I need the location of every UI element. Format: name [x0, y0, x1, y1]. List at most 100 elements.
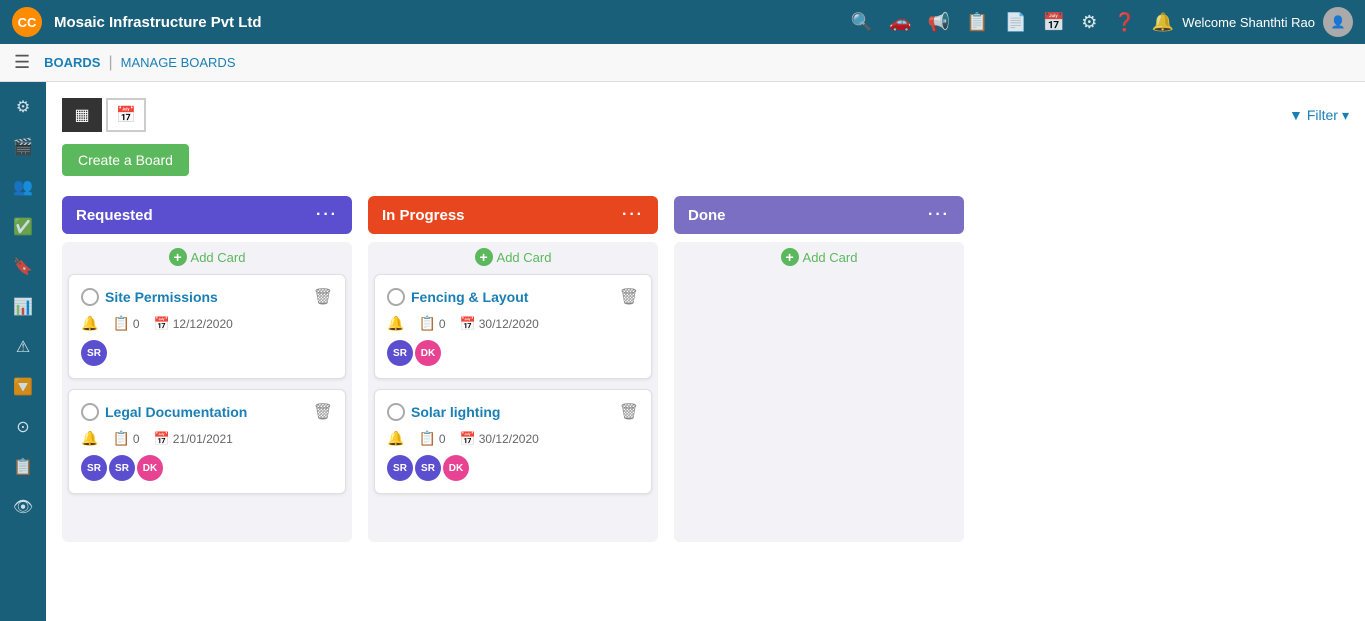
- avatar-sr-fencing: SR: [387, 340, 413, 366]
- list-view-button[interactable]: 📅: [106, 98, 146, 132]
- search-icon[interactable]: 🔍: [851, 12, 873, 33]
- sidebar-item-eye[interactable]: 👁: [6, 490, 40, 524]
- calendar-icon[interactable]: 📅: [1043, 12, 1065, 33]
- add-card-done[interactable]: + Add Card: [680, 248, 958, 266]
- sidebar-item-filter[interactable]: 🔽: [6, 370, 40, 404]
- sidebar-item-settings[interactable]: ⚙: [6, 90, 40, 124]
- avatar-sr-solar-2: SR: [415, 455, 441, 481]
- card-meta-fencing: 🔔 📋 0 📅 30/12/2020: [387, 315, 639, 332]
- boards-nav-link[interactable]: BOARDS: [44, 55, 100, 70]
- bell-icon-card4: 🔔: [387, 430, 404, 447]
- column-menu-done[interactable]: ···: [928, 206, 950, 224]
- header-icons: 🔍 🚗 📢 📋 📄 📅 ⚙ ❓ 🔔: [851, 12, 1175, 33]
- column-title-done: Done: [688, 207, 726, 224]
- bell-icon[interactable]: 🔔: [1152, 12, 1174, 33]
- card-meta-site-permissions: 🔔 📋 0 📅 12/12/2020: [81, 315, 333, 332]
- vehicle-icon[interactable]: 🚗: [889, 12, 911, 33]
- board-view-button[interactable]: ▦: [62, 98, 102, 132]
- card-delete-site-permissions[interactable]: 🗑: [313, 287, 333, 307]
- view-toggle-bar: ▦ 📅 ▼ Filter ▾: [62, 98, 1349, 132]
- card-delete-fencing[interactable]: 🗑: [619, 287, 639, 307]
- checklist-count-legal-documentation: 0: [133, 432, 140, 446]
- add-card-inprogress[interactable]: + Add Card: [374, 248, 652, 266]
- card-solar-lighting: Solar lighting 🗑 🔔 📋 0: [374, 389, 652, 494]
- bell-meta-fencing: 🔔: [387, 315, 404, 332]
- card-title-site-permissions: Site Permissions: [105, 289, 307, 305]
- column-header-done: Done ···: [674, 196, 964, 234]
- column-inprogress: In Progress ··· + Add Card Fencing & Lay…: [368, 196, 658, 542]
- bell-meta-site-permissions: 🔔: [81, 315, 98, 332]
- sidebar-item-checklist[interactable]: ✅: [6, 210, 40, 244]
- card-checkbox-site-permissions[interactable]: [81, 288, 99, 306]
- main-layout: ⚙ 🎬 👥 ✅ 🔖 📊 ⚠ 🔽 ⊙ 📋 👁 ▦ 📅 ▼ Filter ▾ Cre…: [0, 82, 1365, 621]
- checklist-icon-card3: 📋: [418, 315, 435, 332]
- bell-meta-solar: 🔔: [387, 430, 404, 447]
- card-title-fencing: Fencing & Layout: [411, 289, 613, 305]
- card-title-legal-documentation: Legal Documentation: [105, 404, 307, 420]
- date-meta-legal-documentation: 📅 21/01/2021: [154, 431, 233, 447]
- card-site-permissions: Site Permissions 🗑 🔔 📋 0: [68, 274, 346, 379]
- card-legal-documentation: Legal Documentation 🗑 🔔 📋 0: [68, 389, 346, 494]
- card-title-row-legal-documentation: Legal Documentation 🗑: [81, 402, 333, 422]
- card-title-row-fencing: Fencing & Layout 🗑: [387, 287, 639, 307]
- calendar-icon-card3: 📅: [460, 316, 476, 332]
- content-area: ▦ 📅 ▼ Filter ▾ Create a Board Requested …: [46, 82, 1365, 621]
- create-board-button[interactable]: Create a Board: [62, 144, 189, 176]
- column-done: Done ··· + Add Card: [674, 196, 964, 542]
- megaphone-icon[interactable]: 📢: [928, 12, 950, 33]
- sidebar-item-circle[interactable]: ⊙: [6, 410, 40, 444]
- filter-chevron-icon: ▾: [1342, 107, 1349, 124]
- column-header-requested: Requested ···: [62, 196, 352, 234]
- column-requested: Requested ··· + Add Card Site Permission…: [62, 196, 352, 542]
- card-delete-legal-documentation[interactable]: 🗑: [313, 402, 333, 422]
- top-header: CC Mosaic Infrastructure Pvt Ltd 🔍 🚗 📢 📋…: [0, 0, 1365, 44]
- checklist-count-solar: 0: [439, 432, 446, 446]
- card-checkbox-legal-documentation[interactable]: [81, 403, 99, 421]
- sidebar-item-people[interactable]: 👥: [6, 170, 40, 204]
- avatar-dk-fencing: DK: [415, 340, 441, 366]
- column-header-inprogress: In Progress ···: [368, 196, 658, 234]
- card-avatars-fencing: SR DK: [387, 340, 639, 366]
- date-site-permissions: 12/12/2020: [173, 317, 233, 331]
- card-title-solar: Solar lighting: [411, 404, 613, 420]
- sidebar-item-clipboard[interactable]: 📋: [6, 450, 40, 484]
- date-meta-site-permissions: 📅 12/12/2020: [154, 316, 233, 332]
- sidebar-item-video[interactable]: 🎬: [6, 130, 40, 164]
- help-icon[interactable]: ❓: [1113, 12, 1135, 33]
- bell-icon-card: 🔔: [81, 315, 98, 332]
- welcome-text: Welcome Shanthti Rao: [1182, 15, 1315, 30]
- kanban-board: Requested ··· + Add Card Site Permission…: [62, 196, 1349, 542]
- card-checkbox-solar[interactable]: [387, 403, 405, 421]
- avatar-sr: SR: [81, 340, 107, 366]
- column-menu-inprogress[interactable]: ···: [622, 206, 644, 224]
- document-icon[interactable]: 📄: [1004, 12, 1026, 33]
- date-fencing: 30/12/2020: [479, 317, 539, 331]
- filter-button[interactable]: ▼ Filter ▾: [1289, 107, 1349, 124]
- sidebar-item-bookmark[interactable]: 🔖: [6, 250, 40, 284]
- sidebar-item-chart[interactable]: 📊: [6, 290, 40, 324]
- sidebar: ⚙ 🎬 👥 ✅ 🔖 📊 ⚠ 🔽 ⊙ 📋 👁: [0, 82, 46, 621]
- column-menu-requested[interactable]: ···: [316, 206, 338, 224]
- checklist-count-site-permissions: 0: [133, 317, 140, 331]
- checklist-meta-solar: 📋 0: [418, 430, 445, 447]
- card-checkbox-fencing[interactable]: [387, 288, 405, 306]
- hamburger-menu[interactable]: ☰: [14, 52, 30, 73]
- date-meta-solar: 📅 30/12/2020: [460, 431, 539, 447]
- card-title-row-site-permissions: Site Permissions 🗑: [81, 287, 333, 307]
- date-legal-documentation: 21/01/2021: [173, 432, 233, 446]
- sidebar-item-alert[interactable]: ⚠: [6, 330, 40, 364]
- add-card-plus-icon-inprogress: +: [475, 248, 493, 266]
- manage-boards-nav-link[interactable]: MANAGE BOARDS: [121, 55, 236, 70]
- card-title-row-solar: Solar lighting 🗑: [387, 402, 639, 422]
- avatar-sr-1: SR: [81, 455, 107, 481]
- add-card-plus-icon-done: +: [781, 248, 799, 266]
- task-icon[interactable]: 📋: [966, 12, 988, 33]
- date-meta-fencing: 📅 30/12/2020: [460, 316, 539, 332]
- bell-icon-card2: 🔔: [81, 430, 98, 447]
- checklist-meta-fencing: 📋 0: [418, 315, 445, 332]
- filter-icon: ▼: [1289, 107, 1303, 123]
- add-card-label-requested: Add Card: [191, 250, 246, 265]
- gear-icon[interactable]: ⚙: [1081, 12, 1097, 33]
- add-card-requested[interactable]: + Add Card: [68, 248, 346, 266]
- card-delete-solar[interactable]: 🗑: [619, 402, 639, 422]
